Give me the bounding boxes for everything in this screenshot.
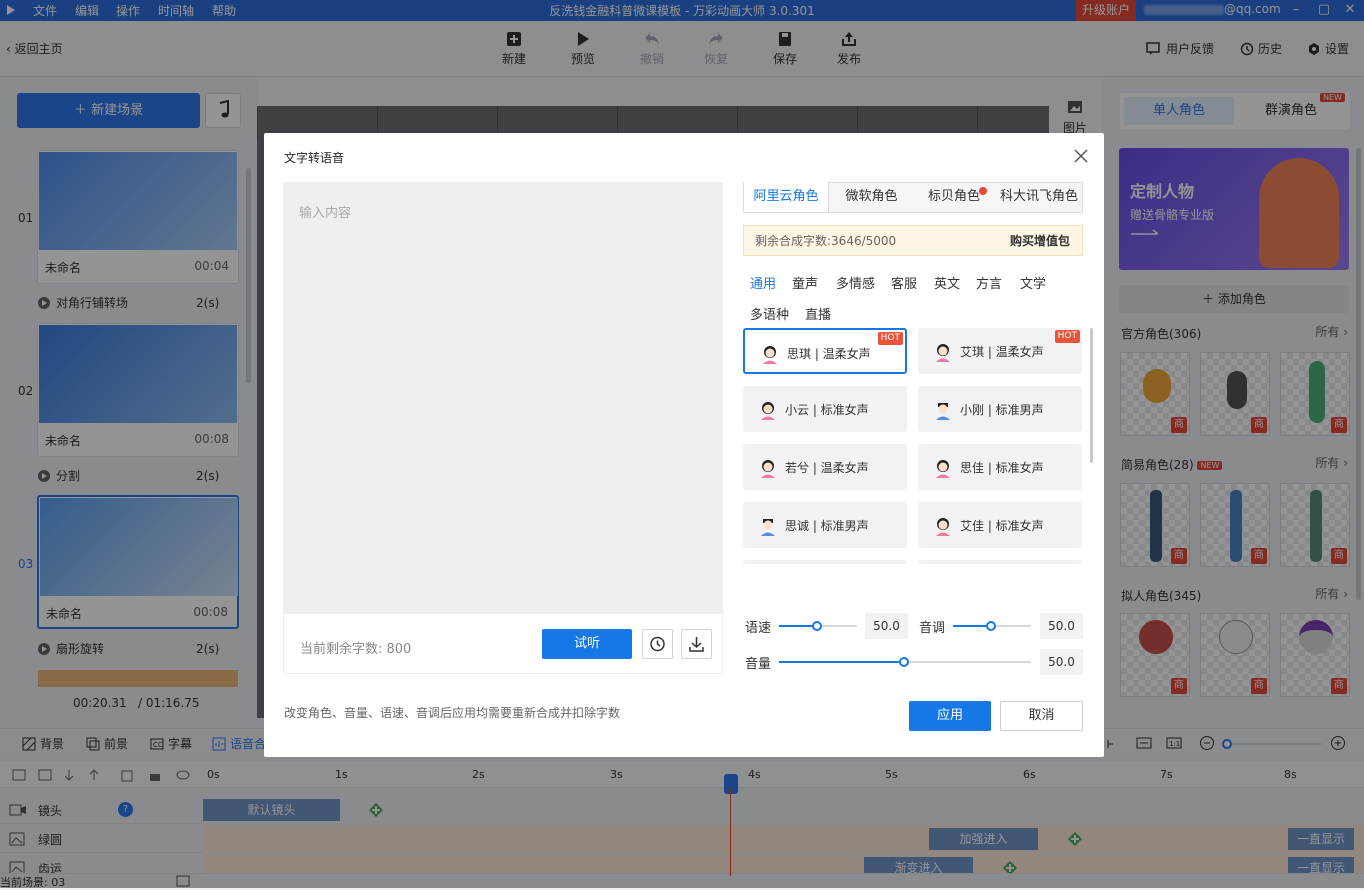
category-service[interactable]: 客服 (891, 273, 917, 292)
male-avatar-icon (936, 403, 950, 420)
pitch-label: 音调 (919, 621, 946, 636)
quota-bar: 剩余合成字数:3646/5000 购买增值包 (743, 225, 1083, 256)
tab-iflytek[interactable]: 科大讯飞角色 (994, 182, 1084, 212)
voice-card[interactable]: 思佳 | 标准女声 (918, 444, 1082, 490)
tab-aliyun[interactable]: 阿里云角色 (744, 182, 829, 212)
voice-list-scrollbar[interactable] (1090, 328, 1093, 463)
voice-label: 若兮 | 温柔女声 (785, 461, 869, 475)
speed-slider[interactable] (779, 621, 857, 631)
volume-slider-knob[interactable] (899, 657, 909, 667)
voice-label: 思佳 | 标准女声 (960, 461, 1044, 475)
voice-card-partial[interactable] (743, 560, 907, 564)
voice-label: 思琪 | 温柔女声 (787, 347, 871, 361)
voice-card-selected[interactable]: 思琪 | 温柔女声 HOT (743, 328, 907, 374)
voice-label: 思诚 | 标准男声 (785, 519, 869, 533)
voice-card[interactable]: 小云 | 标准女声 (743, 386, 907, 432)
female-avatar-icon (763, 346, 777, 364)
category-english[interactable]: 英文 (934, 273, 960, 292)
history-icon (650, 636, 665, 652)
tab-microsoft[interactable]: 微软角色 (834, 182, 909, 212)
voice-card[interactable]: 思诚 | 标准男声 (743, 502, 907, 548)
voice-label: 小刚 | 标准男声 (960, 403, 1044, 417)
download-button[interactable] (681, 629, 712, 659)
hot-badge: HOT (877, 332, 903, 345)
pitch-slider[interactable] (953, 621, 1031, 631)
category-literature[interactable]: 文学 (1020, 273, 1046, 292)
remaining-chars: 当前剩余字数: 800 (300, 642, 412, 657)
dialog-title: 文字转语音 (284, 151, 345, 165)
text-input-footer: 当前剩余字数: 800 试听 (283, 614, 723, 674)
category-multilingual[interactable]: 多语种 (750, 304, 789, 323)
pitch-value[interactable]: 50.0 (1040, 613, 1083, 639)
text-input[interactable] (283, 182, 723, 614)
female-avatar-icon (761, 402, 775, 420)
buy-package-link[interactable]: 购买增值包 (1010, 226, 1070, 256)
history-record-button[interactable] (642, 629, 673, 659)
quota-text: 剩余合成字数:3646/5000 (755, 234, 897, 248)
category-emotion[interactable]: 多情感 (836, 273, 875, 292)
voice-card[interactable]: 若兮 | 温柔女声 (743, 444, 907, 490)
apply-button[interactable]: 应用 (909, 701, 991, 731)
speed-value[interactable]: 50.0 (865, 613, 908, 639)
hot-badge: HOT (1054, 330, 1080, 343)
notification-dot (979, 187, 987, 195)
speed-slider-knob[interactable] (812, 621, 822, 631)
female-avatar-icon (936, 344, 950, 362)
dialog-note: 改变角色、音量、语速、音调后应用均需要重新合成并扣除字数 (284, 706, 621, 720)
tab-biaobei-label: 标贝角色 (927, 189, 980, 204)
download-icon (689, 637, 704, 652)
female-avatar-icon (936, 460, 950, 478)
voice-card[interactable]: 小刚 | 标准男声 (918, 386, 1082, 432)
volume-slider-fill (779, 661, 905, 663)
voice-label: 小云 | 标准女声 (785, 403, 869, 417)
speed-label: 语速 (745, 621, 772, 636)
volume-label: 音量 (745, 657, 772, 672)
tab-biaobei[interactable]: 标贝角色 (919, 182, 989, 212)
category-child[interactable]: 童声 (792, 273, 818, 292)
female-avatar-icon (936, 518, 950, 536)
voice-card-partial[interactable] (918, 560, 1082, 564)
voice-card[interactable]: 艾佳 | 标准女声 (918, 502, 1082, 548)
category-dialect[interactable]: 方言 (976, 273, 1002, 292)
cancel-button[interactable]: 取消 (1000, 701, 1083, 731)
voice-label: 艾琪 | 温柔女声 (960, 345, 1044, 359)
volume-value[interactable]: 50.0 (1040, 649, 1083, 675)
female-avatar-icon (761, 460, 775, 478)
tts-dialog: 文字转语音 当前剩余字数: 800 试听 改变角色、音量、语速、音调后应用均需要… (264, 133, 1104, 757)
volume-slider[interactable] (779, 657, 1031, 667)
category-live[interactable]: 直播 (805, 304, 831, 323)
male-avatar-icon (761, 519, 775, 536)
listen-button[interactable]: 试听 (542, 629, 632, 659)
pitch-slider-knob[interactable] (986, 621, 996, 631)
close-icon[interactable] (1072, 147, 1090, 165)
voice-label: 艾佳 | 标准女声 (960, 519, 1044, 533)
category-general[interactable]: 通用 (750, 273, 776, 292)
voice-card[interactable]: 艾琪 | 温柔女声 HOT (918, 328, 1082, 374)
